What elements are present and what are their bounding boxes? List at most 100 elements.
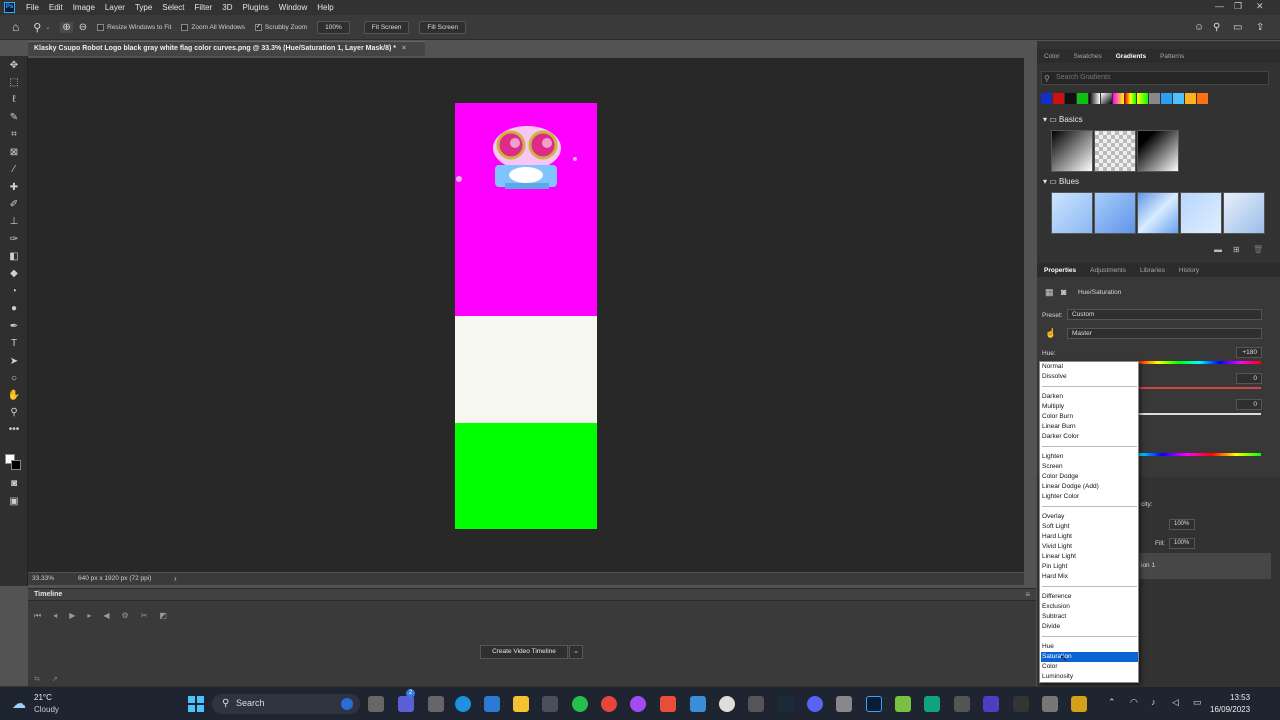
- restore-icon[interactable]: ❐: [1234, 1, 1242, 12]
- gradient-swatch[interactable]: [1041, 93, 1052, 104]
- blend-luminosity[interactable]: Luminosity: [1041, 672, 1138, 682]
- file-explorer-icon[interactable]: [513, 696, 529, 712]
- gradient-thumb[interactable]: [1051, 192, 1093, 234]
- ellipse-tool-icon[interactable]: ○: [7, 373, 21, 385]
- search-icon[interactable]: ⚲: [1213, 22, 1220, 33]
- next-frame-icon[interactable]: ▸: [87, 611, 91, 621]
- convert-icon[interactable]: ⇆: [34, 675, 40, 683]
- bing-icon[interactable]: [341, 698, 353, 710]
- app-icon[interactable]: [954, 696, 970, 712]
- menu-window[interactable]: Window: [274, 3, 312, 12]
- quick-select-icon[interactable]: ✎: [7, 112, 21, 124]
- screen-mode-icon[interactable]: ▣: [7, 496, 21, 508]
- chevron-right-icon[interactable]: ›: [174, 574, 177, 583]
- zoom-out-icon[interactable]: ⊖: [79, 22, 87, 33]
- clock-time[interactable]: 13:53: [1230, 693, 1250, 702]
- gradient-swatch[interactable]: [1053, 93, 1064, 104]
- frame-tool-icon[interactable]: ⊠: [7, 147, 21, 159]
- gradient-swatch[interactable]: [1113, 93, 1124, 104]
- photos-icon[interactable]: [836, 696, 852, 712]
- menu-help[interactable]: Help: [312, 3, 338, 12]
- gradient-thumb[interactable]: [1094, 192, 1136, 234]
- gradient-thumb[interactable]: [1223, 192, 1265, 234]
- menu-file[interactable]: File: [21, 3, 44, 12]
- hue-slider[interactable]: [1137, 361, 1261, 364]
- tab-adjustments[interactable]: Adjustments: [1083, 267, 1133, 274]
- history-brush-icon[interactable]: ✑: [7, 234, 21, 246]
- mask-icon[interactable]: ◙: [1061, 287, 1066, 297]
- gradient-swatch[interactable]: [1185, 93, 1196, 104]
- gradient-swatch[interactable]: [1149, 93, 1160, 104]
- resize-windows-checkbox[interactable]: Resize Windows to Fit: [97, 23, 171, 31]
- blend-lighten[interactable]: Lighten: [1041, 452, 1138, 462]
- blend-linear-dodge[interactable]: Linear Dodge (Add): [1041, 482, 1138, 492]
- gradient-thumb[interactable]: [1094, 130, 1136, 172]
- marquee-tool-icon[interactable]: ⬚: [7, 77, 21, 89]
- menu-plugins[interactable]: Plugins: [238, 3, 274, 12]
- document-image[interactable]: [455, 103, 597, 529]
- chevron-up-icon[interactable]: ⌃: [1108, 697, 1116, 708]
- menu-type[interactable]: Type: [130, 3, 157, 12]
- split-icon[interactable]: ✂: [141, 611, 148, 621]
- first-frame-icon[interactable]: ⏮: [34, 611, 41, 621]
- zoom-readout[interactable]: 33.33%: [32, 575, 54, 582]
- app-icon[interactable]: [1071, 696, 1087, 712]
- brush-tool-icon[interactable]: ✐: [7, 199, 21, 211]
- weather-temp[interactable]: 21°C: [34, 693, 52, 702]
- zoom-all-checkbox[interactable]: Zoom All Windows: [181, 23, 245, 31]
- blend-linear-light[interactable]: Linear Light: [1041, 552, 1138, 562]
- close-icon[interactable]: ✕: [1256, 1, 1264, 12]
- notepad-icon[interactable]: [690, 696, 706, 712]
- taskbar-search[interactable]: Search: [212, 694, 360, 714]
- blend-hard-light[interactable]: Hard Light: [1041, 532, 1138, 542]
- vegas-icon[interactable]: [983, 696, 999, 712]
- zoom-tool-icon[interactable]: ⚲: [33, 21, 41, 34]
- lightness-slider[interactable]: [1137, 413, 1261, 415]
- clock-date[interactable]: 16/09/2023: [1210, 705, 1250, 714]
- messenger-icon[interactable]: [630, 696, 646, 712]
- blend-lighter-color[interactable]: Lighter Color: [1041, 492, 1138, 502]
- workspace-icon[interactable]: ▭: [1233, 22, 1242, 33]
- blend-pin-light[interactable]: Pin Light: [1041, 562, 1138, 572]
- pen-tool-icon[interactable]: ✒: [7, 321, 21, 333]
- photoshop-taskbar-icon[interactable]: [866, 696, 882, 712]
- zoom-value-field[interactable]: 100%: [317, 20, 350, 34]
- blend-soft-light[interactable]: Soft Light: [1041, 522, 1138, 532]
- app-icon[interactable]: [660, 696, 676, 712]
- targeted-adjust-icon[interactable]: ☝: [1045, 328, 1056, 339]
- hand-tool-icon[interactable]: ✋: [7, 390, 21, 402]
- teams-icon[interactable]: [398, 696, 414, 712]
- move-tool-icon[interactable]: ✥: [7, 60, 21, 72]
- opacity-field[interactable]: 100%: [1169, 519, 1195, 530]
- store-icon[interactable]: [542, 696, 558, 712]
- windows-start-icon[interactable]: [188, 696, 204, 712]
- wifi-icon[interactable]: ◠: [1130, 697, 1138, 708]
- saturation-value[interactable]: 0: [1236, 373, 1262, 384]
- blend-hue[interactable]: Hue: [1041, 642, 1138, 652]
- moon-app-icon[interactable]: [778, 696, 794, 712]
- close-tab-icon[interactable]: ×: [402, 45, 406, 52]
- app-icon[interactable]: [1013, 696, 1029, 712]
- blend-dissolve[interactable]: Dissolve: [1041, 372, 1138, 382]
- new-gradient-icon[interactable]: ⊞: [1233, 245, 1240, 254]
- gradient-thumb[interactable]: [1137, 130, 1179, 172]
- tab-history[interactable]: History: [1172, 267, 1206, 274]
- task-view-icon[interactable]: [368, 696, 384, 712]
- eyedropper-icon[interactable]: ⁄: [7, 164, 21, 176]
- app-icon[interactable]: [1042, 696, 1058, 712]
- menu-3d[interactable]: 3D: [217, 3, 237, 12]
- blend-difference[interactable]: Difference: [1041, 592, 1138, 602]
- dodge-tool-icon[interactable]: ●: [7, 303, 21, 315]
- blur-tool-icon[interactable]: ◔: [7, 286, 21, 298]
- blend-darken[interactable]: Darken: [1041, 392, 1138, 402]
- channel-select[interactable]: Master: [1067, 328, 1262, 339]
- gradient-search-input[interactable]: Search Gradients: [1041, 71, 1269, 85]
- tab-gradients[interactable]: Gradients: [1109, 53, 1153, 60]
- tab-patterns[interactable]: Patterns: [1153, 53, 1191, 60]
- more-tools-icon[interactable]: •••: [7, 424, 21, 436]
- blend-hard-mix[interactable]: Hard Mix: [1041, 572, 1138, 582]
- gradient-swatch[interactable]: [1137, 93, 1148, 104]
- chevron-down-icon[interactable]: ⌄: [45, 24, 50, 31]
- blend-linear-burn[interactable]: Linear Burn: [1041, 422, 1138, 432]
- gradient-swatch[interactable]: [1125, 93, 1136, 104]
